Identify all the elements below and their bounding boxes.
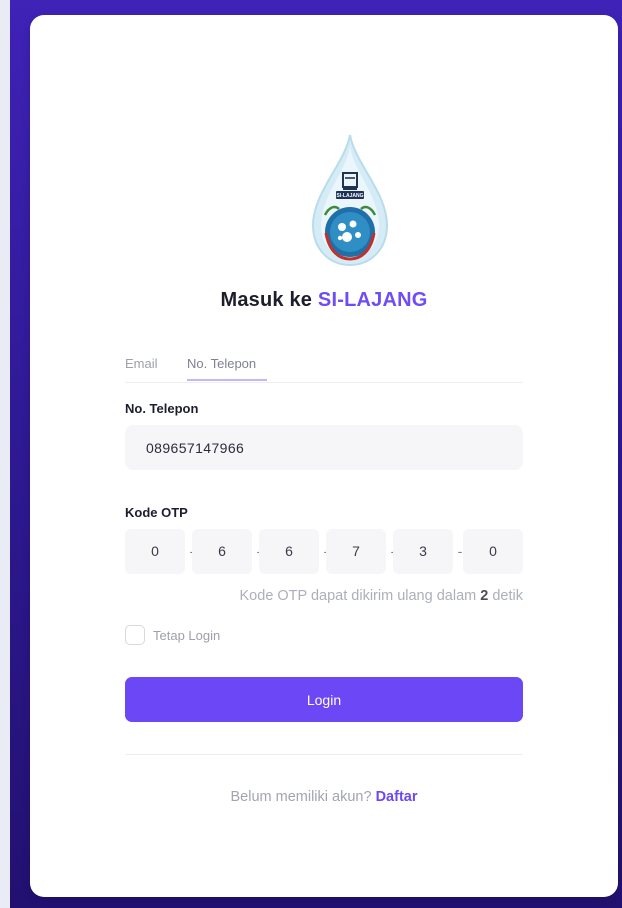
login-card: SI-LAJANG Masuk ke SI-LAJANG Email No. T… bbox=[30, 15, 618, 897]
remember-label: Tetap Login bbox=[153, 628, 221, 643]
title-prefix: Masuk ke bbox=[220, 289, 313, 311]
phone-label: No. Telepon bbox=[125, 401, 199, 416]
otp-digit-6[interactable]: 0 bbox=[463, 529, 523, 574]
signup-text: Belum memiliki akun? bbox=[230, 789, 372, 805]
phone-input[interactable] bbox=[125, 425, 523, 470]
signup-prompt: Belum memiliki akun? Daftar bbox=[30, 789, 618, 805]
otp-digit-5[interactable]: 3 bbox=[393, 529, 453, 574]
resend-prefix: Kode OTP dapat dikirim ulang dalam bbox=[239, 588, 477, 604]
tab-email[interactable]: Email bbox=[125, 356, 158, 379]
otp-digit-1[interactable]: 0 bbox=[125, 529, 185, 574]
resend-seconds: 2 bbox=[480, 588, 489, 604]
resend-suffix: detik bbox=[492, 588, 523, 604]
otp-input-group: 0 - 6 - 6 - 7 - 3 - 0 bbox=[125, 529, 523, 574]
page-title: Masuk ke SI-LAJANG bbox=[30, 289, 618, 312]
si-lajang-logo: SI-LAJANG bbox=[311, 134, 389, 267]
login-button[interactable]: Login bbox=[125, 677, 523, 722]
signup-link[interactable]: Daftar bbox=[376, 789, 418, 805]
tab-phone[interactable]: No. Telepon bbox=[187, 356, 267, 381]
remember-checkbox[interactable] bbox=[125, 625, 145, 645]
otp-resend-notice: Kode OTP dapat dikirim ulang dalam 2 det… bbox=[240, 588, 523, 604]
svg-text:SI-LAJANG: SI-LAJANG bbox=[337, 193, 364, 199]
login-method-tabs: Email No. Telepon bbox=[125, 356, 523, 383]
otp-digit-2[interactable]: 6 bbox=[192, 529, 252, 574]
otp-digit-3[interactable]: 6 bbox=[259, 529, 319, 574]
divider bbox=[125, 754, 523, 755]
otp-digit-4[interactable]: 7 bbox=[326, 529, 386, 574]
otp-label: Kode OTP bbox=[125, 505, 188, 520]
title-brand: SI-LAJANG bbox=[317, 289, 428, 311]
